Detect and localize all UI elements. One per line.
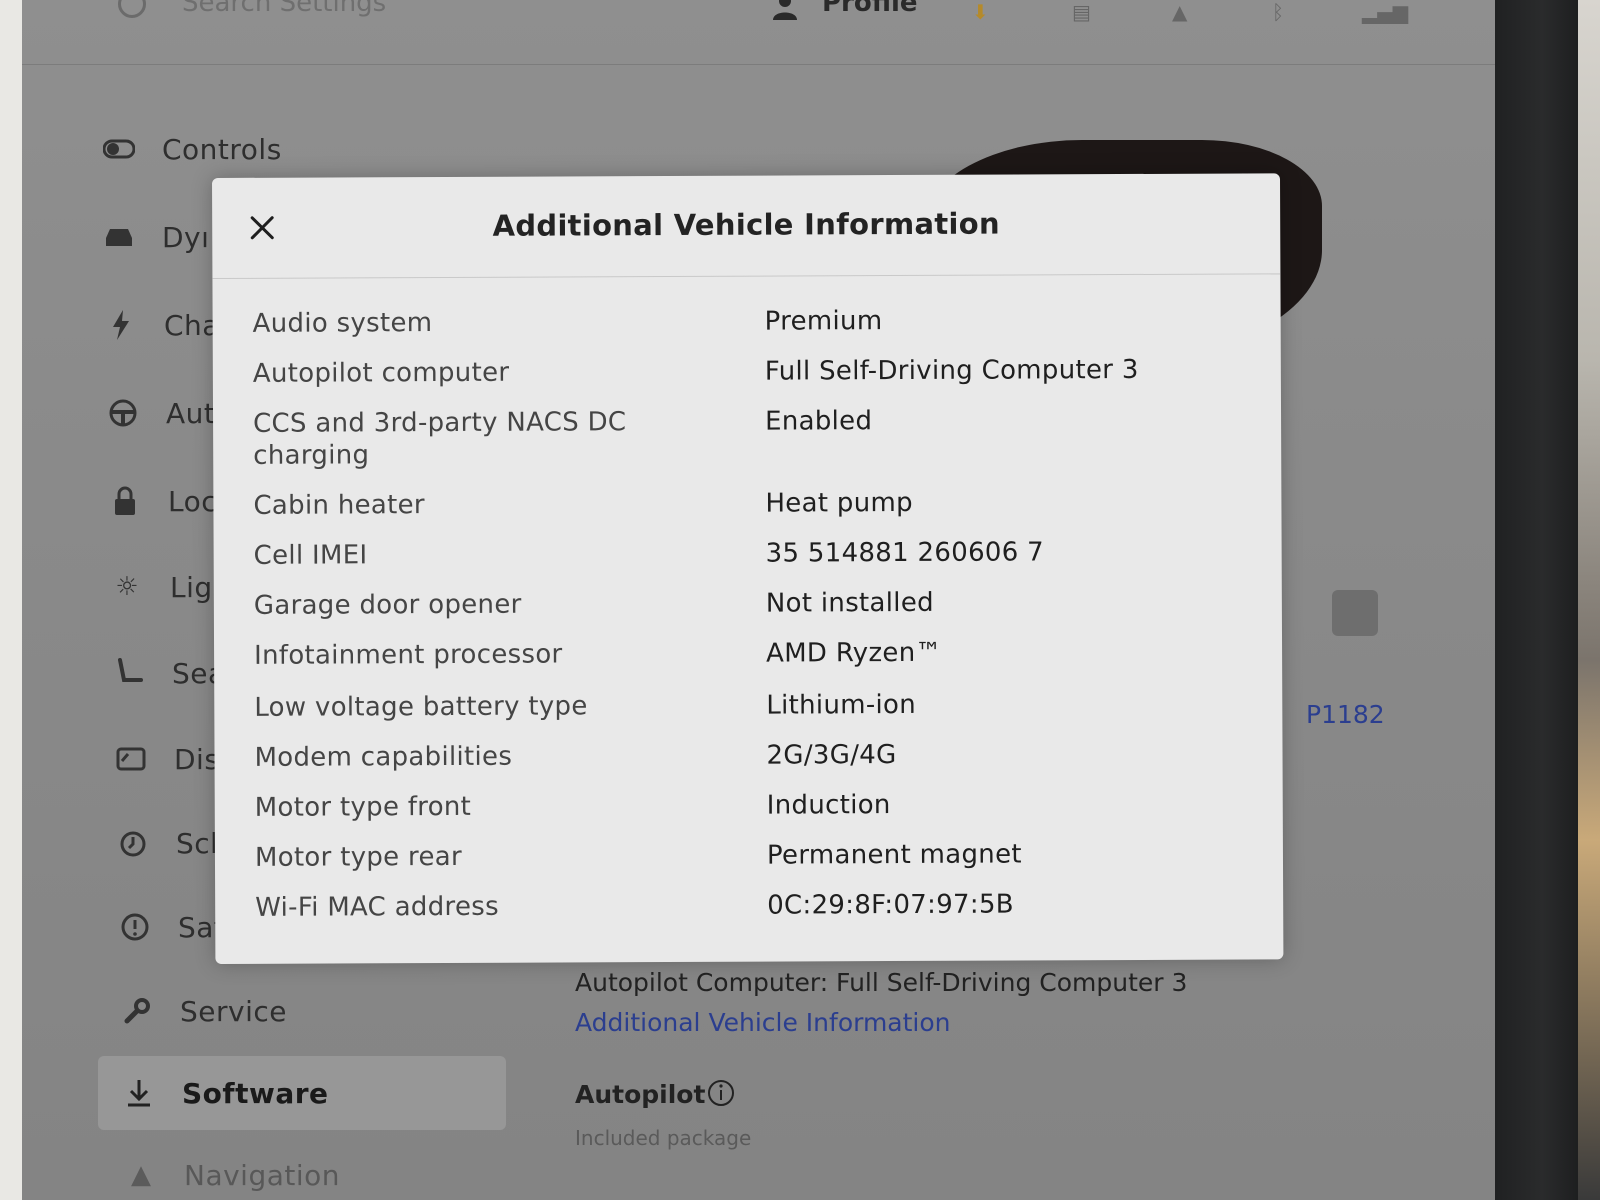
info-value: Heat pump [765, 487, 913, 519]
autopilot-computer-line: Autopilot Computer: Full Self-Driving Co… [575, 968, 1188, 997]
info-key: Autopilot computer [252, 357, 510, 389]
sidebar-item-controls[interactable]: Controls [102, 124, 282, 174]
info-value: Permanent magnet [766, 839, 1022, 871]
info-value: AMD Ryzen™ [766, 637, 942, 669]
info-value: 35 514881 260606 7 [765, 537, 1045, 569]
info-value: 2G/3G/4G [766, 740, 897, 771]
profile-label[interactable]: Profile [822, 0, 918, 18]
sidebar-item-label: Navigation [184, 1158, 341, 1192]
info-key: Motor type front [254, 791, 472, 823]
search-input[interactable]: Search Settings [182, 0, 386, 18]
info-row-wifi-mac: Wi-Fi MAC address 0C:29:8F:07:97:5B [255, 887, 1255, 923]
additional-vehicle-info-modal: Additional Vehicle Information Audio sys… [212, 173, 1284, 964]
sidebar-item-schedule[interactable]: Sch [116, 818, 228, 868]
info-icon[interactable] [706, 1078, 736, 1108]
info-row-audio-system: Audio system Premium [253, 303, 1253, 339]
sidebar-item-dynamics[interactable]: Dyı [102, 212, 209, 262]
info-row-cell-imei: Cell IMEI 35 514881 260606 7 [254, 535, 1254, 570]
photo-frame-left [0, 0, 22, 1200]
sun-icon: ☼ [115, 572, 139, 602]
card-icon [1332, 590, 1378, 636]
info-key: Motor type rear [254, 841, 463, 873]
bell-icon[interactable]: ▲ [1172, 0, 1187, 24]
seat-icon [112, 656, 146, 690]
sidebar-item-autopilot[interactable]: Aut [106, 388, 215, 438]
search-icon[interactable] [118, 0, 146, 18]
info-key: Audio system [252, 308, 433, 339]
sidebar-item-display[interactable]: Dis [114, 734, 219, 784]
info-key: CCS and 3rd-party NACS DC charging [253, 407, 627, 471]
glovebox-icon[interactable]: ▤ [1072, 0, 1091, 24]
lightning-icon [104, 308, 138, 342]
additional-vehicle-info-link[interactable]: Additional Vehicle Information [575, 1008, 951, 1037]
info-row-motor-rear: Motor type rear Permanent magnet [255, 837, 1255, 872]
info-value: Induction [766, 790, 891, 821]
info-value: Not installed [765, 587, 934, 619]
info-value: Premium [764, 306, 883, 337]
toggle-icon [102, 132, 136, 166]
info-key: Wi-Fi MAC address [255, 891, 499, 923]
sidebar-item-locks[interactable]: Loc [108, 476, 217, 526]
info-row-lv-battery: Low voltage battery type Lithium-ion [254, 687, 1254, 723]
top-status-bar: Search Settings Profile ⬇ ▤ ▲ ᛒ ▂▄▆ [22, 0, 1495, 65]
profile-icon[interactable] [772, 0, 798, 20]
sidebar-item-software[interactable]: Software [122, 1068, 329, 1118]
info-key: Garage door opener [253, 589, 522, 621]
modal-header: Additional Vehicle Information [212, 173, 1281, 279]
wrench-icon [120, 994, 154, 1028]
info-row-infotainment: Infotainment processor AMD Ryzen™ [254, 635, 1254, 671]
sidebar-item-label: Dis [174, 742, 220, 776]
info-row-garage-door: Garage door opener Not installed [254, 585, 1254, 621]
info-key: Modem capabilities [254, 741, 513, 773]
info-value: Lithium-ion [766, 689, 917, 721]
info-row-autopilot-computer: Autopilot computer Full Self-Driving Com… [253, 353, 1253, 389]
sidebar-item-charging[interactable]: Cha [104, 300, 220, 350]
download-icon[interactable]: ⬇ [972, 0, 989, 24]
car-icon [102, 220, 136, 254]
software-code: P1182 [1306, 700, 1385, 729]
sidebar-item-label: Loc [168, 484, 218, 518]
info-value: 0C:29:8F:07:97:5B [767, 889, 1014, 921]
download-icon [122, 1076, 156, 1110]
modal-title: Additional Vehicle Information [492, 206, 1000, 243]
info-value: Full Self-Driving Computer 3 [764, 354, 1139, 387]
alert-circle-icon [118, 910, 152, 944]
info-key: Infotainment processor [254, 639, 563, 671]
display-icon [114, 742, 148, 776]
autopilot-sub: Included package [575, 1126, 752, 1150]
photo-frame-edge [1578, 0, 1600, 1200]
signal-icon: ▂▄▆ [1362, 0, 1409, 24]
info-row-motor-front: Motor type front Induction [255, 787, 1255, 823]
sidebar-item-label: Aut [166, 396, 216, 430]
info-value: Enabled [765, 406, 873, 437]
sidebar-item-label: Service [180, 994, 287, 1028]
sidebar-item-label: Controls [162, 132, 282, 166]
lock-icon [108, 484, 142, 518]
bluetooth-icon[interactable]: ᛒ [1272, 0, 1284, 24]
vehicle-touchscreen: Search Settings Profile ⬇ ▤ ▲ ᛒ ▂▄▆ Cont… [22, 0, 1495, 1200]
sidebar-item-label: Software [182, 1076, 329, 1110]
navigation-icon: ▲ [131, 1160, 151, 1190]
alarm-clock-icon [116, 826, 150, 860]
info-key: Cell IMEI [253, 540, 368, 571]
sidebar-item-label: Cha [164, 308, 220, 342]
sidebar-item-navigation[interactable]: ▲ Navigation [124, 1150, 340, 1200]
info-key: Cabin heater [253, 490, 425, 521]
sidebar-item-lights[interactable]: ☼ Ligl [110, 562, 221, 612]
sidebar-item-service[interactable]: Service [120, 986, 287, 1036]
info-row-modem: Modem capabilities 2G/3G/4G [254, 737, 1254, 773]
info-key: Low voltage battery type [254, 691, 588, 723]
sidebar-item-seats[interactable]: Sea [112, 648, 226, 698]
sidebar-item-safety[interactable]: Saf [118, 902, 224, 952]
info-row-cabin-heater: Cabin heater Heat pump [253, 485, 1253, 521]
info-row-ccs-charging: CCS and 3rd-party NACS DC charging Enabl… [253, 403, 1253, 471]
sidebar-item-label: Dyı [162, 220, 210, 254]
steering-wheel-icon [106, 396, 140, 430]
autopilot-label: Autopilot [575, 1080, 706, 1109]
